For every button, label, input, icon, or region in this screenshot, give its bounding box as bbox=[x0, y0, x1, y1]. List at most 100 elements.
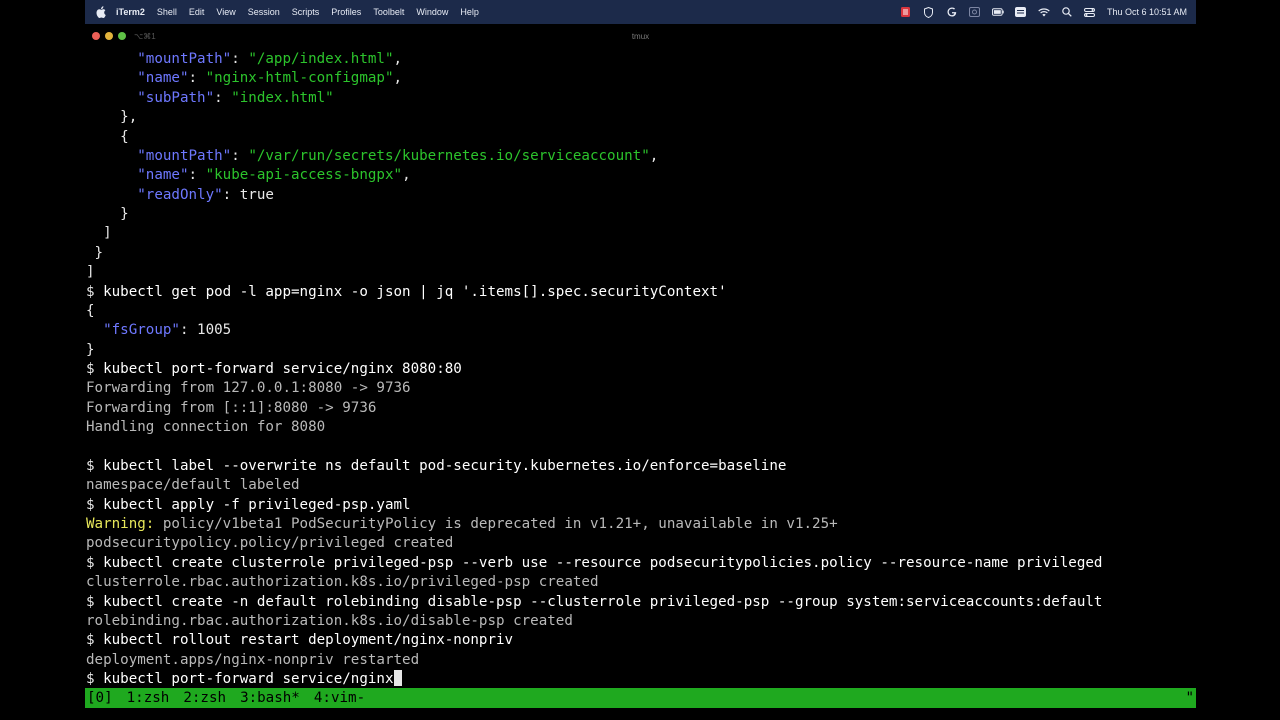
terminal-text: { bbox=[86, 302, 95, 319]
terminal-text: : true bbox=[222, 186, 274, 203]
terminal-text: $ bbox=[86, 361, 104, 377]
menu-shell[interactable]: Shell bbox=[157, 7, 177, 17]
terminal-line: }, bbox=[86, 108, 1196, 127]
terminal-text: kubectl port-forward service/nginx 8080:… bbox=[103, 361, 462, 377]
terminal-text: deployment.apps/nginx-nonpriv restarted bbox=[86, 651, 420, 668]
terminal-line: $ kubectl create clusterrole privileged-… bbox=[86, 554, 1196, 573]
shield-icon[interactable] bbox=[923, 6, 935, 18]
terminal-line: ] bbox=[86, 224, 1196, 243]
terminal-line: "mountPath": "/var/run/secrets/kubernete… bbox=[86, 147, 1196, 166]
terminal-line: $ kubectl rollout restart deployment/ngi… bbox=[86, 631, 1196, 650]
menu-bar: iTerm2 Shell Edit View Session Scripts P… bbox=[85, 0, 1196, 24]
terminal-text: , bbox=[402, 167, 411, 184]
terminal-line: } bbox=[86, 205, 1196, 224]
wifi-icon[interactable] bbox=[1038, 7, 1050, 17]
tmux-window-1[interactable]: 1:zsh bbox=[127, 688, 170, 708]
terminal-line: deployment.apps/nginx-nonpriv restarted bbox=[86, 651, 1196, 670]
tmux-window-4[interactable]: 4:vim- bbox=[314, 688, 365, 708]
terminal-text: "mountPath" bbox=[137, 51, 232, 67]
terminal-text: "fsGroup" bbox=[103, 322, 180, 339]
tmux-window-3[interactable]: 3:bash* bbox=[240, 688, 300, 708]
terminal-text: kubectl apply -f privileged-psp.yaml bbox=[103, 496, 411, 513]
terminal-text: , bbox=[393, 51, 403, 67]
menu-session[interactable]: Session bbox=[248, 7, 280, 17]
recording-icon[interactable] bbox=[900, 7, 912, 17]
terminal-line: $ kubectl create -n default rolebinding … bbox=[86, 593, 1196, 612]
terminal-line: "name": "nginx-html-configmap", bbox=[86, 69, 1196, 88]
screenshot-icon[interactable] bbox=[969, 7, 981, 17]
apple-menu-icon[interactable] bbox=[94, 5, 108, 19]
menu-scripts[interactable]: Scripts bbox=[292, 7, 320, 17]
terminal-text: rolebinding.rbac.authorization.k8s.io/di… bbox=[86, 612, 573, 629]
terminal-text: $ bbox=[86, 671, 104, 687]
control-center-icon[interactable] bbox=[1084, 7, 1096, 17]
search-icon[interactable] bbox=[1061, 7, 1073, 17]
keyboard-input-icon[interactable] bbox=[1015, 7, 1027, 17]
terminal-text: kubectl create -n default rolebinding di… bbox=[103, 593, 1103, 610]
terminal-text: "mountPath" bbox=[137, 147, 232, 164]
terminal-text: namespace/default labeled bbox=[86, 477, 300, 494]
menu-help[interactable]: Help bbox=[460, 7, 479, 17]
terminal-line: Handling connection for 8080 bbox=[86, 418, 1196, 437]
status-menu-area: Thu Oct 6 10:51 AM bbox=[900, 6, 1196, 18]
menu-toolbelt[interactable]: Toolbelt bbox=[373, 7, 404, 17]
terminal-line: { bbox=[86, 128, 1196, 147]
terminal-line: $ kubectl label --overwrite ns default p… bbox=[86, 457, 1196, 476]
terminal-line: Warning: policy/v1beta1 PodSecurityPolic… bbox=[86, 515, 1196, 534]
terminal-text: kubectl create clusterrole privileged-ps… bbox=[103, 554, 1103, 571]
terminal-text: "name" bbox=[137, 70, 189, 87]
terminal-text: Warning: bbox=[86, 516, 155, 532]
terminal-output[interactable]: "mountPath": "/app/index.html", "name": … bbox=[86, 50, 1196, 688]
terminal-line: "readOnly": true bbox=[86, 186, 1196, 205]
terminal-text: $ bbox=[86, 283, 104, 300]
menu-app-name[interactable]: iTerm2 bbox=[116, 7, 145, 17]
menu-clock[interactable]: Thu Oct 6 10:51 AM bbox=[1107, 7, 1187, 17]
terminal-line: podsecuritypolicy.policy/privileged crea… bbox=[86, 534, 1196, 553]
menu-view[interactable]: View bbox=[216, 7, 235, 17]
terminal-line: } bbox=[86, 341, 1196, 360]
terminal-text: }, bbox=[86, 109, 138, 126]
window-title-bar: ⌥⌘1 tmux bbox=[85, 24, 1196, 48]
terminal-text: , bbox=[393, 70, 403, 87]
terminal-text: : bbox=[231, 147, 249, 164]
terminal-cursor bbox=[393, 670, 402, 686]
menu-profiles[interactable]: Profiles bbox=[331, 7, 361, 17]
terminal-text: $ bbox=[86, 632, 104, 649]
menu-window[interactable]: Window bbox=[416, 7, 448, 17]
terminal-text: "name" bbox=[137, 167, 189, 184]
tmux-session-label: [0] bbox=[87, 690, 113, 706]
terminal-line: clusterrole.rbac.authorization.k8s.io/pr… bbox=[86, 573, 1196, 592]
terminal-text: : bbox=[231, 51, 249, 67]
terminal-line: $ kubectl get pod -l app=nginx -o json |… bbox=[86, 283, 1196, 302]
terminal-text: policy/v1beta1 PodSecurityPolicy is depr… bbox=[154, 516, 838, 532]
terminal-text: { bbox=[86, 128, 129, 145]
terminal-line: Forwarding from [::1]:8080 -> 9736 bbox=[86, 399, 1196, 418]
google-icon[interactable] bbox=[946, 7, 958, 17]
terminal-text: $ bbox=[86, 457, 104, 474]
menu-edit[interactable]: Edit bbox=[189, 7, 205, 17]
terminal-text: "nginx-html-configmap" bbox=[205, 70, 394, 87]
terminal-text: "readOnly" bbox=[137, 186, 223, 203]
terminal-text: : 1005 bbox=[179, 322, 232, 339]
battery-icon[interactable] bbox=[991, 7, 1004, 17]
terminal-text: : bbox=[188, 70, 206, 87]
terminal-text: } bbox=[86, 244, 104, 261]
terminal-text: "kube-api-access-bngpx" bbox=[205, 167, 403, 184]
terminal-text: Forwarding from [::1]:8080 -> 9736 bbox=[86, 399, 377, 416]
terminal-text: Forwarding from 127.0.0.1:8080 -> 9736 bbox=[86, 380, 411, 397]
terminal-line: $ kubectl port-forward service/nginx bbox=[86, 670, 1196, 689]
terminal-line: namespace/default labeled bbox=[86, 476, 1196, 495]
terminal-text: $ bbox=[86, 496, 104, 513]
terminal-text: "/app/index.html" bbox=[248, 51, 394, 67]
tmux-window-2[interactable]: 2:zsh bbox=[183, 688, 226, 708]
terminal-line: } bbox=[86, 244, 1196, 263]
terminal-line: $ kubectl apply -f privileged-psp.yaml bbox=[86, 496, 1196, 515]
terminal-line: "mountPath": "/app/index.html", bbox=[86, 50, 1196, 69]
